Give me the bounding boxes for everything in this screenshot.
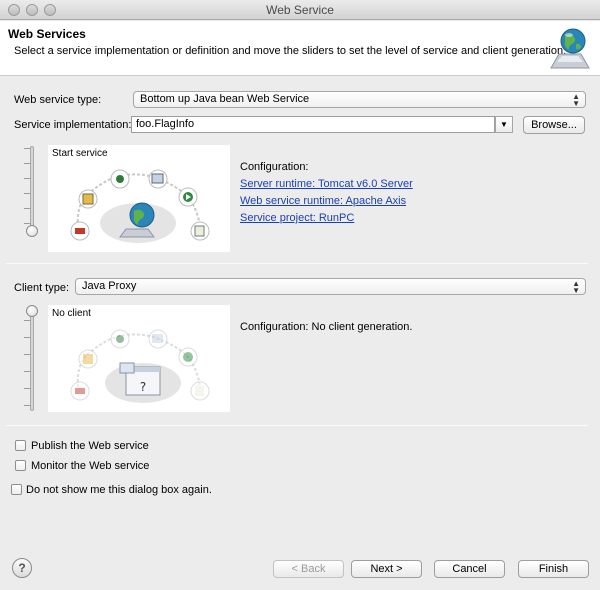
client-config-text: Configuration: No client generation.: [240, 321, 413, 333]
updown-arrows-icon: ▲ ▼: [572, 279, 580, 295]
banner-description: Select a service implementation or defin…: [14, 45, 567, 57]
web-service-type-select[interactable]: Bottom up Java bean Web Service ▲ ▼: [133, 91, 586, 108]
step-assemble-icon: [70, 221, 90, 241]
slider-tick: [24, 354, 30, 355]
section-divider: [6, 263, 588, 264]
svg-text:?: ?: [140, 380, 146, 394]
web-service-type-label: Web service type:: [14, 94, 102, 106]
browse-button[interactable]: Browse...: [523, 116, 585, 134]
close-window-button[interactable]: [8, 4, 20, 16]
cancel-button[interactable]: Cancel: [434, 560, 505, 578]
slider-tick: [24, 163, 30, 164]
web-service-dialog: Web Service Web Services Select a servic…: [0, 0, 600, 590]
service-level-slider-knob[interactable]: [26, 225, 38, 237]
client-window-icon: ?: [119, 362, 161, 396]
slider-tick: [24, 178, 30, 179]
service-implementation-input[interactable]: foo.FlagInfo: [131, 116, 495, 133]
dont-show-label: Do not show me this dialog box again.: [26, 484, 212, 496]
slider-tick: [24, 388, 30, 389]
service-level-slider-track[interactable]: [30, 146, 34, 236]
updown-arrows-icon: ▲ ▼: [572, 92, 580, 108]
banner-title: Web Services: [8, 27, 86, 41]
monitor-checkbox[interactable]: [15, 460, 26, 471]
monitor-label: Monitor the Web service: [31, 460, 150, 472]
service-level-illustration: Start service: [48, 145, 230, 252]
slider-tick: [24, 371, 30, 372]
finish-button[interactable]: Finish: [518, 560, 589, 578]
service-implementation-dropdown[interactable]: ▼: [495, 116, 513, 133]
help-button[interactable]: ?: [12, 558, 32, 578]
slider-tick: [24, 320, 30, 321]
publish-checkbox[interactable]: [15, 440, 26, 451]
window-title: Web Service: [266, 3, 334, 17]
step-develop-icon: [78, 189, 98, 209]
client-lifecycle-diagram: ?: [70, 329, 210, 403]
step-start-icon: [178, 187, 198, 207]
service-project-link[interactable]: Service project: RunPC: [240, 212, 354, 224]
step-install-icon: [148, 169, 168, 189]
minimize-window-button[interactable]: [26, 4, 38, 16]
zoom-window-button[interactable]: [44, 4, 56, 16]
step-deploy-icon: [110, 169, 130, 189]
publish-label: Publish the Web service: [31, 440, 149, 452]
client-type-value: Java Proxy: [82, 280, 137, 292]
client-level-illustration: No client ?: [48, 305, 230, 412]
client-type-select[interactable]: Java Proxy ▲ ▼: [75, 278, 586, 295]
service-lifecycle-diagram: [70, 169, 210, 243]
slider-tick: [24, 148, 30, 149]
back-button[interactable]: < Back: [273, 560, 344, 578]
server-runtime-link[interactable]: Server runtime: Tomcat v6.0 Server: [240, 178, 413, 190]
slider-tick: [24, 223, 30, 224]
header-banner: Web Services Select a service implementa…: [0, 21, 600, 76]
service-implementation-label: Service implementation:: [14, 119, 132, 131]
web-service-type-value: Bottom up Java bean Web Service: [140, 93, 310, 105]
client-type-label: Client type:: [14, 282, 70, 294]
slider-tick: [24, 337, 30, 338]
help-icon: ?: [18, 561, 26, 575]
web-service-runtime-link[interactable]: Web service runtime: Apache Axis: [240, 195, 406, 207]
title-bar: Web Service: [0, 0, 600, 20]
service-config-heading: Configuration:: [240, 161, 309, 173]
web-services-globe-icon: [545, 24, 595, 77]
slider-tick: [24, 208, 30, 209]
section-divider: [6, 425, 588, 426]
chevron-down-icon: ▼: [500, 120, 508, 129]
slider-tick: [24, 193, 30, 194]
next-button[interactable]: Next >: [351, 560, 422, 578]
step-test-icon: [190, 221, 210, 241]
slider-tick: [24, 405, 30, 406]
client-level-slider-track[interactable]: [30, 306, 34, 411]
dont-show-checkbox[interactable]: [11, 484, 22, 495]
client-level-slider-knob[interactable]: [26, 305, 38, 317]
